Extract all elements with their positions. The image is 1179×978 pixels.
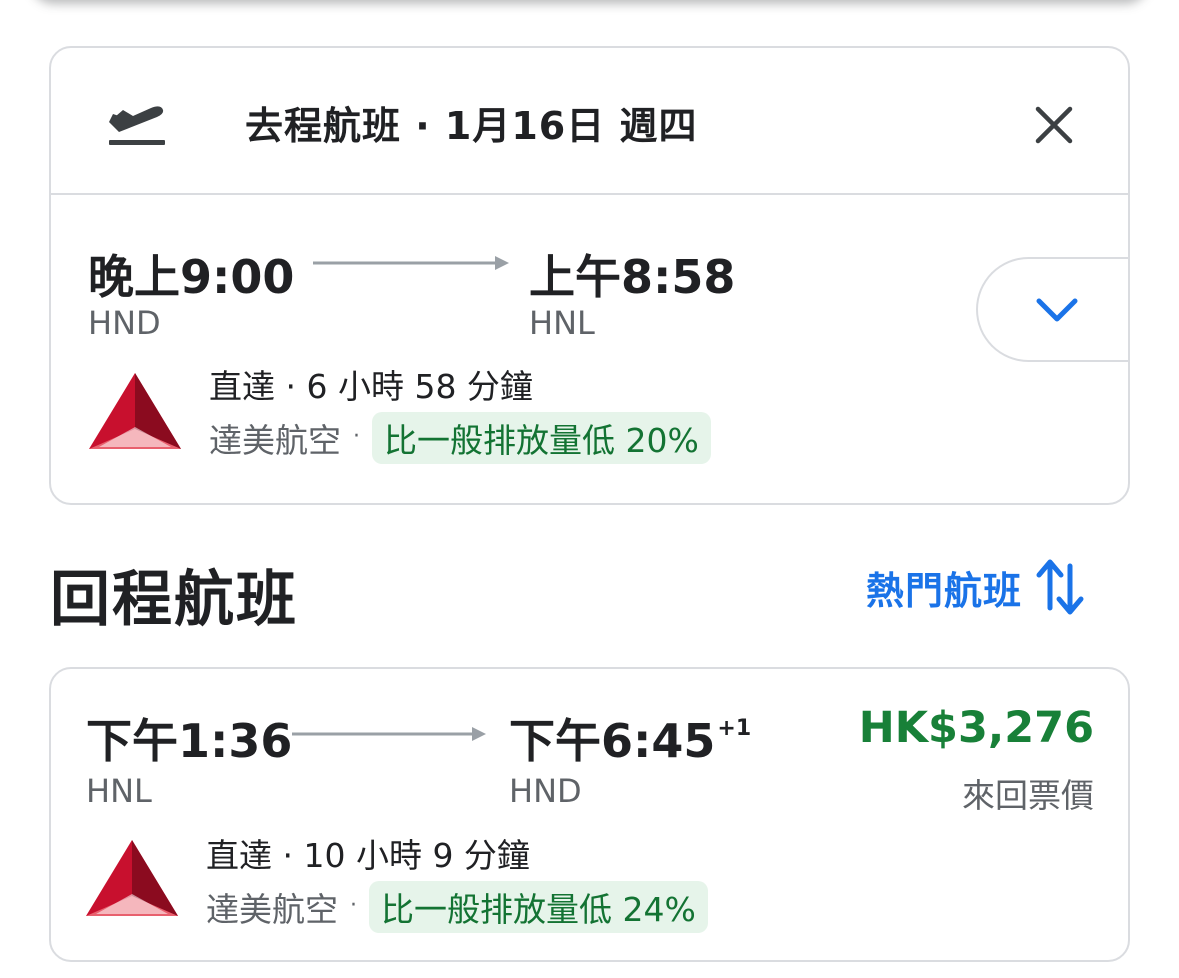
- outbound-header-title: 去程航班 · 1月16日 週四: [245, 104, 698, 148]
- outbound-stops-duration: 直達 · 6 小時 58 分鐘: [209, 367, 533, 406]
- price-label: 來回票價: [962, 776, 1094, 815]
- outbound-arrive-airport: HNL: [529, 304, 595, 342]
- day-offset-badge: +1: [717, 715, 752, 741]
- return-stops-duration: 直達 · 10 小時 9 分鐘: [206, 836, 530, 875]
- return-arrive-time-wrap: 下午6:45+1: [509, 705, 751, 771]
- return-depart-airport: HNL: [86, 772, 152, 810]
- delta-logo: [86, 840, 178, 916]
- close-icon[interactable]: [1029, 100, 1079, 150]
- return-section-title: 回程航班: [50, 565, 298, 635]
- delta-logo: [89, 373, 181, 449]
- return-airline: 達美航空: [206, 890, 338, 929]
- separator-dot: ·: [350, 892, 357, 918]
- return-airline-row: 達美航空 · 比一般排放量低 24%: [206, 881, 708, 933]
- outbound-route-arrow: [313, 256, 509, 270]
- return-emissions-badge: 比一般排放量低 24%: [369, 881, 708, 933]
- return-route-arrow: [292, 727, 486, 741]
- return-depart-time: 下午1:36: [86, 714, 293, 768]
- return-flight-card[interactable]: 下午1:36 HNL 下午6:45+1 HND HK$3,276 來回票價 直達…: [49, 667, 1130, 962]
- outbound-depart-airport: HND: [88, 304, 161, 342]
- flight-takeoff-icon: [109, 106, 165, 145]
- sort-button[interactable]: 熱門航班: [866, 556, 1086, 618]
- outbound-airline-row: 達美航空 · 比一般排放量低 20%: [209, 412, 711, 464]
- outbound-depart-time: 晚上9:00: [88, 250, 295, 304]
- price: HK$3,276: [858, 703, 1094, 753]
- outbound-emissions-badge: 比一般排放量低 20%: [372, 412, 711, 464]
- sort-label: 熱門航班: [866, 568, 1023, 613]
- swap-vert-icon: [1036, 559, 1084, 615]
- separator-dot: ·: [353, 423, 360, 449]
- return-arrive-time: 下午6:45: [509, 714, 716, 768]
- return-arrive-airport: HND: [509, 772, 582, 810]
- outbound-arrive-time: 上午8:58: [529, 250, 736, 304]
- outbound-flight-card: 去程航班 · 1月16日 週四 晚上9:00 HND 上午8:58 HNL 直達…: [49, 46, 1130, 505]
- outbound-card-header: 去程航班 · 1月16日 週四: [51, 48, 1128, 195]
- expand-details-button[interactable]: [976, 257, 1128, 362]
- chevron-down-icon: [1036, 298, 1078, 322]
- outbound-airline: 達美航空: [209, 421, 341, 460]
